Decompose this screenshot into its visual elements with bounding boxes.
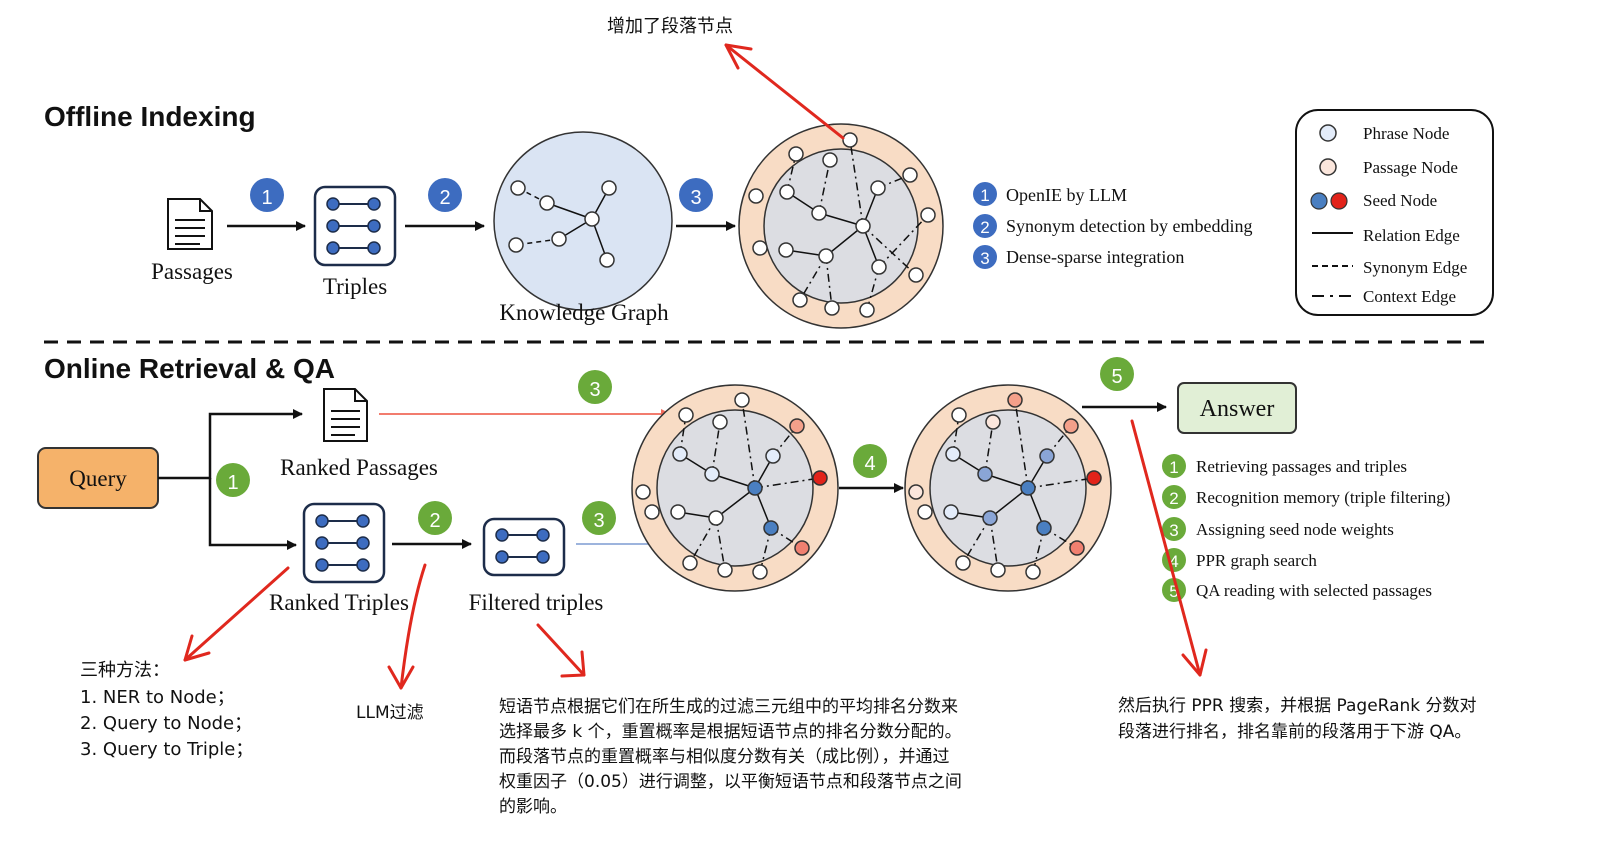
filtered-triples-label: Filtered triples <box>469 590 604 615</box>
legend-label: Phrase Node <box>1363 124 1449 143</box>
annotation-line: 三种方法： <box>80 660 170 681</box>
offline-step-legend: 1 OpenIE by LLM 2 Synonym detection by e… <box>973 182 1252 269</box>
legend-step-number: 2 <box>1169 489 1178 508</box>
diagram-canvas: Offline Indexing Passages 1 Triples 2 Kn… <box>37 16 1494 817</box>
legend-label: Seed Node <box>1363 191 1437 210</box>
annotation-added-nodes: 增加了段落节点 <box>607 16 733 37</box>
annotation-line: 选择最多 k 个，重置概率是根据短语节点的排名分数分配的。 <box>499 722 962 742</box>
legend-step-text: OpenIE by LLM <box>1006 185 1127 205</box>
ranked-triples-label: Ranked Triples <box>269 590 409 615</box>
knowledge-graph <box>493 131 673 311</box>
offline-step-number: 3 <box>690 187 701 209</box>
online-step-legend: 1 Retrieving passages and triples 2 Reco… <box>1162 454 1450 602</box>
annotation-line: 1. NER to Node； <box>80 687 235 708</box>
legend-label: Relation Edge <box>1363 226 1460 245</box>
node-legend: Phrase Node Passage Node Seed Node Relat… <box>1295 109 1494 316</box>
annotation-line: 而段落节点的重置概率与相似度分数有关（成比例），并通过 <box>499 747 950 767</box>
legend-step-text: Recognition memory (triple filtering) <box>1196 488 1450 507</box>
query-label: Query <box>69 466 127 491</box>
ppr-graph <box>904 384 1112 592</box>
passages-label: Passages <box>151 259 233 284</box>
annotation-ppr-note: 然后执行 PPR 搜索，并根据 PageRank 分数对 段落进行排名，排名靠前… <box>1118 696 1477 742</box>
online-title: Online Retrieval & QA <box>44 353 335 384</box>
legend-step-text: QA reading with selected passages <box>1196 581 1432 600</box>
online-step-number: 1 <box>227 472 238 494</box>
annotation-line: 段落进行排名，排名靠前的段落用于下游 QA。 <box>1118 722 1471 742</box>
offline-title: Offline Indexing <box>44 101 256 132</box>
passage-node-icon <box>1319 158 1337 176</box>
triples-label: Triples <box>323 274 387 299</box>
answer-label: Answer <box>1200 396 1275 422</box>
annotation-line: 的影响。 <box>499 797 567 817</box>
document-icon <box>167 198 213 250</box>
online-step-number: 2 <box>429 510 440 532</box>
seeded-graph <box>631 384 839 592</box>
filtered-triples-icon <box>482 517 566 577</box>
annotation-three-methods: 三种方法： 1. NER to Node； 2. Query to Node； … <box>80 660 253 760</box>
legend-step-text: Assigning seed node weights <box>1196 520 1394 539</box>
online-step-number: 3 <box>589 379 600 401</box>
online-step-number: 4 <box>864 453 875 475</box>
legend-label: Context Edge <box>1363 287 1456 306</box>
legend-step-text: Retrieving passages and triples <box>1196 457 1407 476</box>
triples-icon <box>313 185 397 267</box>
legend-step-text: Synonym detection by embedding <box>1006 216 1252 236</box>
legend-step-text: Dense-sparse integration <box>1006 247 1184 267</box>
annotation-llm-filter: LLM过滤 <box>356 703 424 723</box>
annotation-line: 3. Query to Triple； <box>80 739 253 760</box>
legend-label: Synonym Edge <box>1363 258 1467 277</box>
legend-label: Passage Node <box>1363 158 1458 177</box>
offline-step-number: 1 <box>261 187 272 209</box>
legend-step-number: 3 <box>1169 521 1178 540</box>
kg-label: Knowledge Graph <box>499 300 669 325</box>
annotation-phrase-weights: 短语节点根据它们在所生成的过滤三元组中的平均排名分数来 选择最多 k 个，重置概… <box>499 697 962 817</box>
integrated-graph <box>738 123 944 329</box>
legend-step-number: 3 <box>980 249 989 268</box>
legend-step-number: 2 <box>980 218 989 237</box>
annotation-line: 然后执行 PPR 搜索，并根据 PageRank 分数对 <box>1118 696 1477 716</box>
legend-step-number: 1 <box>980 186 989 205</box>
annotation-line: 2. Query to Node； <box>80 713 252 734</box>
online-step-number: 5 <box>1111 366 1122 388</box>
document-icon <box>323 388 368 442</box>
legend-step-number: 1 <box>1169 458 1178 477</box>
annotation-line: 短语节点根据它们在所生成的过滤三元组中的平均排名分数来 <box>499 697 958 717</box>
annotation-line: 权重因子（0.05）进行调整，以平衡短语节点和段落节点之间 <box>499 772 962 792</box>
phrase-node-icon <box>1319 124 1337 142</box>
legend-step-text: PPR graph search <box>1196 551 1317 570</box>
online-step-number: 3 <box>593 510 604 532</box>
offline-step-number: 2 <box>439 187 450 209</box>
ranked-passages-label: Ranked Passages <box>280 455 438 480</box>
triples-icon <box>302 502 386 584</box>
